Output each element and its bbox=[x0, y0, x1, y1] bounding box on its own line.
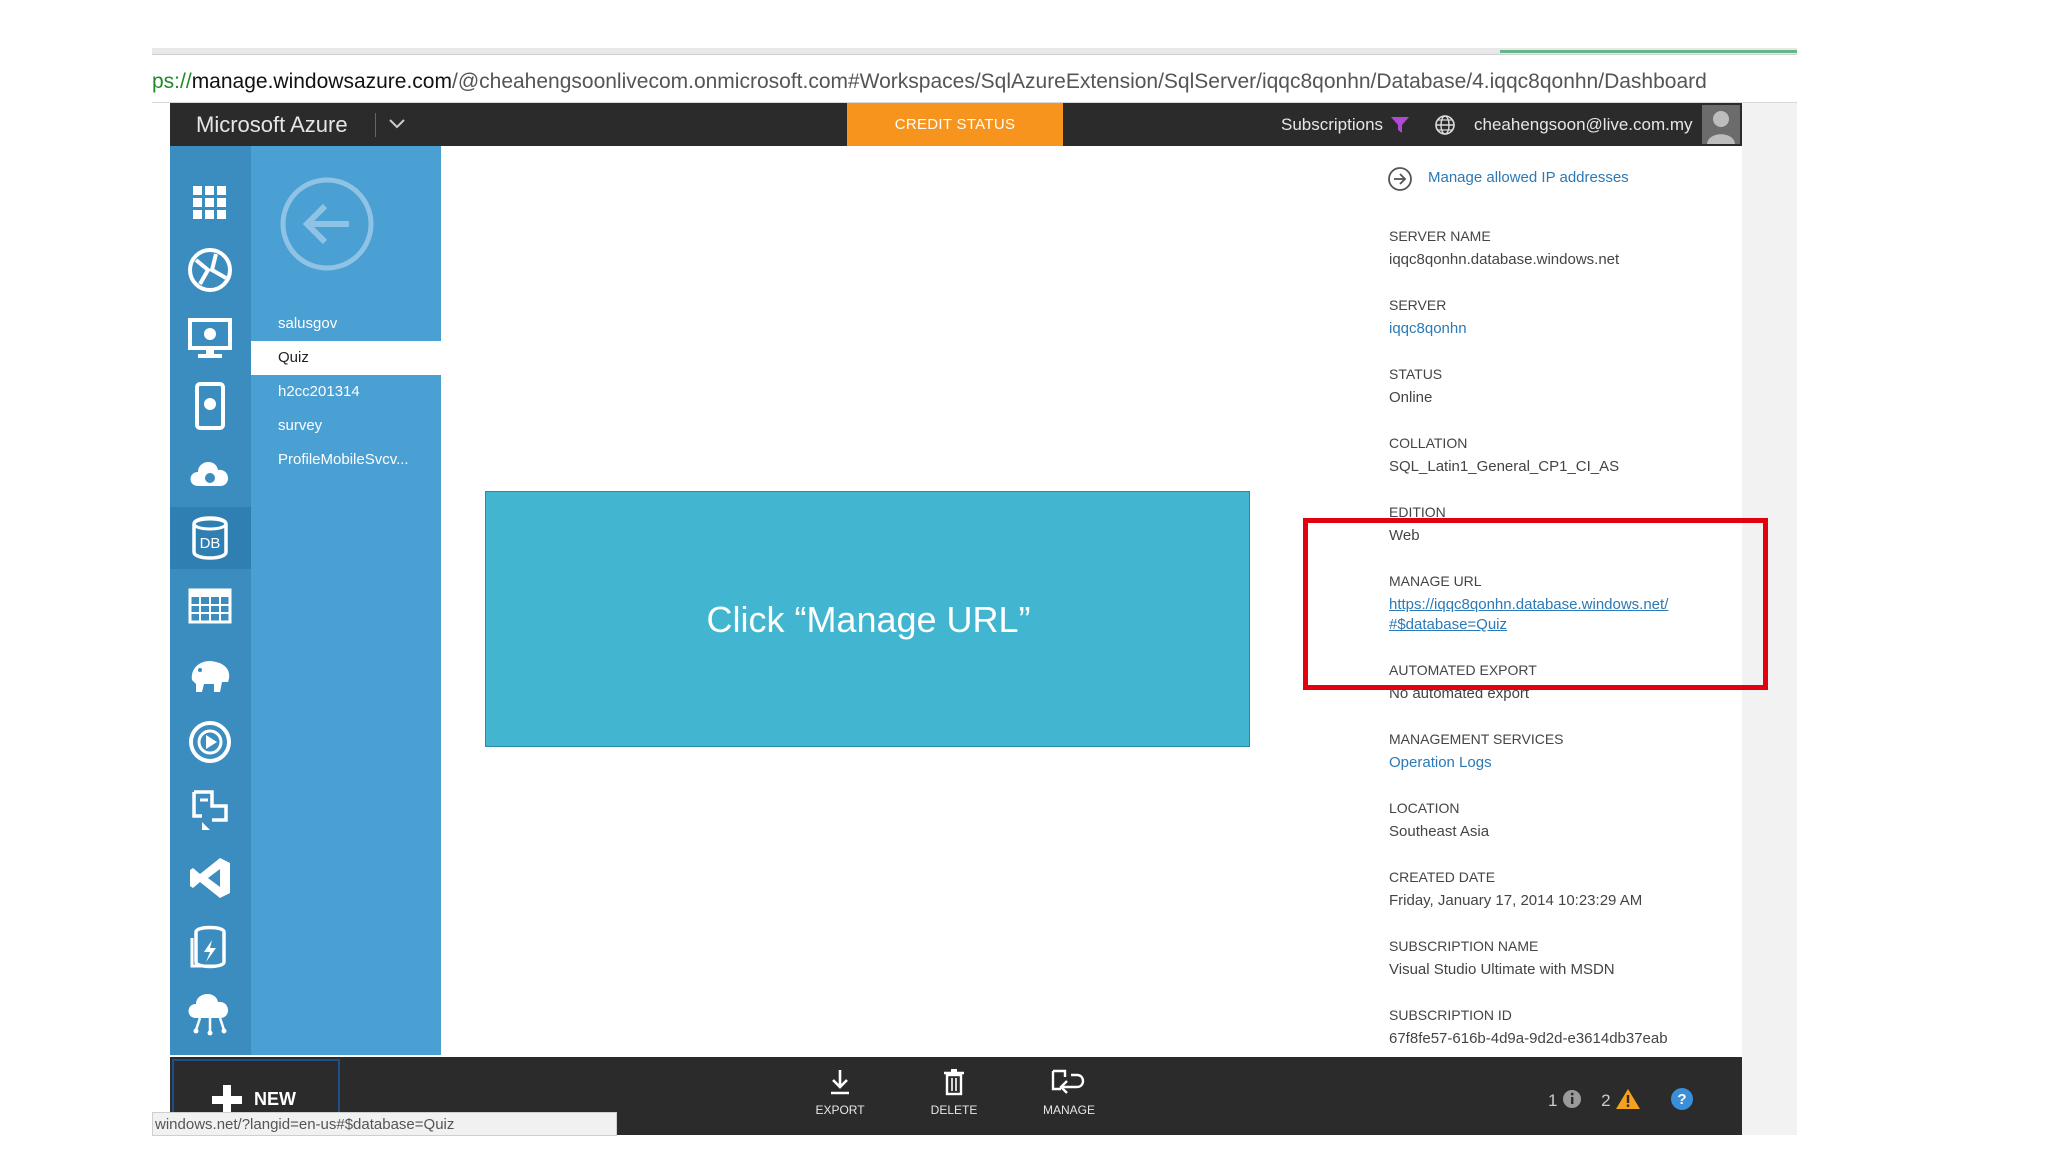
warning-count: 2 bbox=[1601, 1091, 1611, 1110]
delete-button[interactable]: DELETE bbox=[914, 1067, 994, 1117]
management-services-label: MANAGEMENT SERVICES bbox=[1389, 731, 1564, 747]
web-sites-icon[interactable] bbox=[186, 246, 234, 294]
account-email[interactable]: cheahengsoon@live.com.my bbox=[1474, 103, 1693, 146]
help-icon[interactable]: ? bbox=[1670, 1087, 1694, 1111]
operation-logs-link[interactable]: Operation Logs bbox=[1389, 754, 1492, 771]
cache-icon[interactable] bbox=[186, 922, 234, 970]
svg-text:?: ? bbox=[1677, 1091, 1686, 1108]
manage-allowed-ip-link[interactable]: Manage allowed IP addresses bbox=[1428, 169, 1629, 186]
info-count: 1 bbox=[1548, 1091, 1558, 1110]
manage-label: MANAGE bbox=[1042, 1103, 1095, 1117]
list-item[interactable]: survey bbox=[251, 409, 441, 443]
new-button-label: NEW bbox=[254, 1089, 296, 1109]
collation-value: SQL_Latin1_General_CP1_CI_AS bbox=[1389, 458, 1620, 475]
credit-status-button[interactable]: CREDIT STATUS bbox=[847, 103, 1063, 146]
mobile-services-icon[interactable] bbox=[186, 382, 234, 430]
cloud-services-icon[interactable] bbox=[186, 450, 234, 498]
created-date-label: CREATED DATE bbox=[1389, 869, 1496, 885]
manage-button[interactable]: MANAGE bbox=[1029, 1067, 1109, 1117]
media-services-icon[interactable] bbox=[186, 718, 234, 766]
brand-title[interactable]: Microsoft Azure bbox=[196, 103, 348, 146]
subscription-name-value: Visual Studio Ultimate with MSDN bbox=[1389, 961, 1615, 978]
server-name-label: SERVER NAME bbox=[1389, 228, 1491, 244]
brand-divider bbox=[375, 113, 376, 137]
subscriptions-link[interactable]: Subscriptions bbox=[1281, 103, 1383, 146]
url-path: /@cheahengsoonlivecom.onmicrosoft.com#Wo… bbox=[451, 70, 1707, 93]
back-arrow-icon[interactable] bbox=[279, 176, 375, 272]
warning-icon[interactable] bbox=[1615, 1088, 1641, 1110]
status-value: Online bbox=[1389, 389, 1433, 406]
subscription-id-value: 67f8fe57-616b-4d9a-9d2d-e3614db37eab bbox=[1389, 1030, 1668, 1047]
grid-icon[interactable] bbox=[186, 179, 234, 227]
browser-active-tab-indicator bbox=[1500, 50, 1797, 53]
created-date-value: Friday, January 17, 2014 10:23:29 AM bbox=[1389, 892, 1643, 909]
list-item-selected[interactable]: Quiz bbox=[251, 341, 441, 375]
service-bus-icon[interactable] bbox=[186, 786, 234, 834]
export-button[interactable]: EXPORT bbox=[800, 1067, 880, 1117]
virtual-machines-icon[interactable] bbox=[186, 314, 234, 362]
server-link[interactable]: iqqc8qonhn bbox=[1389, 320, 1467, 337]
trash-icon bbox=[944, 1069, 964, 1096]
visual-studio-icon[interactable] bbox=[186, 854, 234, 902]
globe-icon[interactable] bbox=[1434, 114, 1456, 136]
location-value: Southeast Asia bbox=[1389, 823, 1490, 840]
list-item[interactable]: salusgov bbox=[251, 307, 441, 341]
filter-icon[interactable] bbox=[1390, 115, 1410, 135]
info-icon[interactable] bbox=[1562, 1089, 1582, 1109]
location-label: LOCATION bbox=[1389, 800, 1460, 816]
server-name-value: iqqc8qonhn.database.windows.net bbox=[1389, 251, 1620, 268]
arrow-circle-icon[interactable] bbox=[1387, 166, 1413, 192]
subscription-id-label: SUBSCRIPTION ID bbox=[1389, 1007, 1512, 1023]
collation-label: COLLATION bbox=[1389, 435, 1468, 451]
nav-rail: DB bbox=[170, 146, 251, 1055]
storage-icon[interactable] bbox=[186, 582, 234, 630]
svg-text:DB: DB bbox=[200, 535, 221, 552]
export-label: EXPORT bbox=[815, 1103, 865, 1117]
delete-label: DELETE bbox=[930, 1103, 978, 1117]
portal-top-bar: Microsoft Azure CREDIT STATUS Subscripti… bbox=[170, 103, 1742, 146]
sql-databases-icon[interactable]: DB bbox=[186, 514, 234, 562]
callout-text: Click “Manage URL” bbox=[706, 599, 1031, 640]
cloud-network-icon[interactable] bbox=[186, 988, 234, 1036]
hdinsight-icon[interactable] bbox=[186, 650, 234, 698]
url-scheme: ps:// bbox=[152, 70, 192, 93]
list-item[interactable]: ProfileMobileSvcv... bbox=[251, 443, 441, 477]
highlight-box bbox=[1303, 518, 1768, 690]
database-list-panel: salusgov Quiz h2cc201314 survey ProfileM… bbox=[251, 146, 441, 1055]
chevron-down-icon[interactable] bbox=[382, 109, 412, 139]
server-label: SERVER bbox=[1389, 297, 1447, 313]
instruction-callout: Click “Manage URL” bbox=[485, 491, 1250, 747]
subscription-name-label: SUBSCRIPTION NAME bbox=[1389, 938, 1539, 954]
download-icon bbox=[831, 1070, 849, 1095]
list-item[interactable]: h2cc201314 bbox=[251, 375, 441, 409]
url-host: manage.windowsazure.com bbox=[191, 70, 452, 93]
status-label: STATUS bbox=[1389, 366, 1443, 382]
notification-area: 1 2 ? bbox=[1548, 1087, 1694, 1111]
browser-status-url: windows.net/?langid=en-us#$database=Quiz bbox=[152, 1112, 617, 1136]
manage-icon bbox=[1051, 1069, 1085, 1094]
avatar[interactable] bbox=[1702, 105, 1740, 144]
browser-address-bar[interactable]: ps://manage.windowsazure.com/@cheahengso… bbox=[152, 62, 1797, 103]
